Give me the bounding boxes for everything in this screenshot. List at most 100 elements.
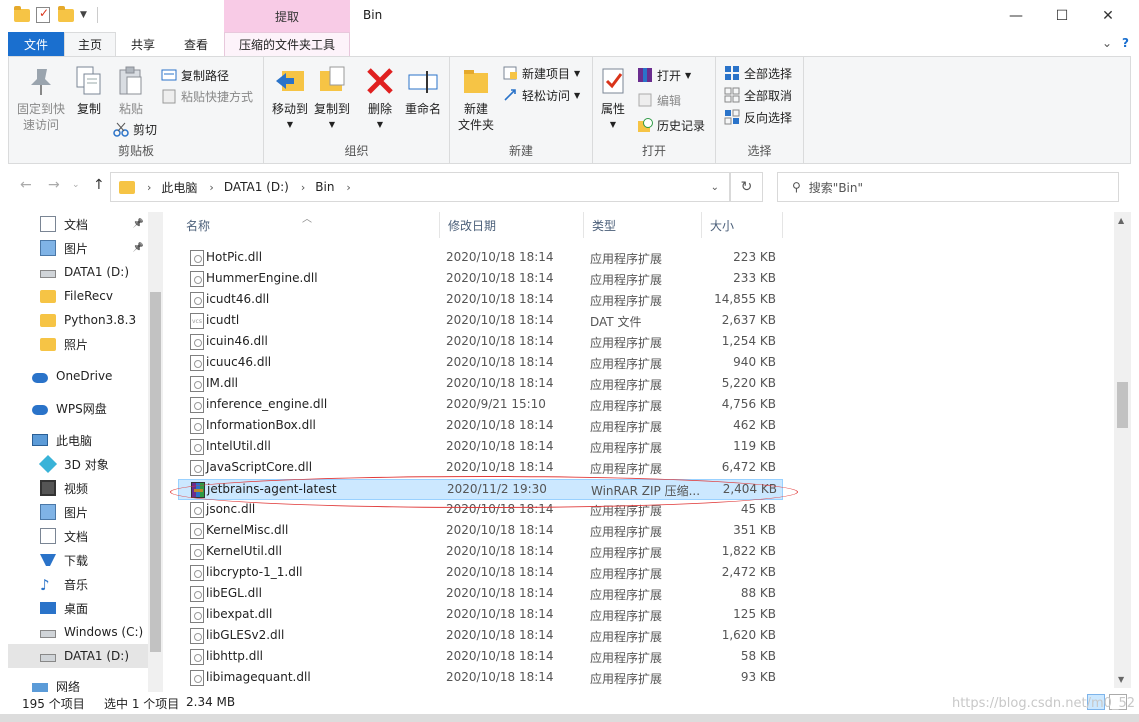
open-button[interactable]: 打开 ▼ (637, 65, 691, 85)
file-row[interactable]: libhttp.dll 2020/10/18 18:14 应用程序扩展 58 KB (178, 647, 783, 668)
nav-item[interactable]: 此电脑 (8, 428, 148, 452)
file-row[interactable]: icuuc46.dll 2020/10/18 18:14 应用程序扩展 940 KB (178, 353, 783, 374)
collapse-ribbon-icon[interactable]: ⌄ (1102, 36, 1112, 50)
file-row[interactable]: jetbrains-agent-latest 2020/11/2 19:30 Win… (178, 479, 783, 500)
nav-item[interactable]: 桌面 (8, 596, 148, 620)
file-row[interactable]: KernelUtil.dll 2020/10/18 18:14 应用程序扩展 1,82… (178, 542, 783, 563)
file-row[interactable]: IntelUtil.dll 2020/10/18 18:14 应用程序扩展 119 K… (178, 437, 783, 458)
maximize-button[interactable]: ☐ (1039, 0, 1085, 32)
file-row[interactable]: icudt46.dll 2020/10/18 18:14 应用程序扩展 14,855 … (178, 290, 783, 311)
column-header-date[interactable]: 修改日期 (440, 212, 584, 238)
history-button[interactable]: 历史记录 (637, 115, 705, 135)
nav-item[interactable]: Windows (C:) (8, 620, 148, 644)
edit-button[interactable]: 编辑 (637, 90, 681, 110)
back-arrow-icon[interactable]: ← (20, 177, 32, 193)
nav-item[interactable]: 下载 (8, 548, 148, 572)
file-list-scrollbar-thumb[interactable] (1117, 382, 1128, 428)
nav-item[interactable]: 照片 (8, 332, 148, 356)
new-folder-icon[interactable] (58, 6, 74, 23)
refresh-button[interactable]: ↻ (730, 172, 763, 202)
file-row[interactable]: libexpat.dll 2020/10/18 18:14 应用程序扩展 125 KB (178, 605, 783, 626)
breadcrumb-separator-icon[interactable]: › (147, 181, 151, 194)
minimize-button[interactable]: — (993, 0, 1039, 32)
search-input[interactable]: ⚲ 搜索"Bin" (777, 172, 1119, 202)
address-dropdown-icon[interactable]: ⌄ (711, 182, 719, 193)
nav-item[interactable]: 文档 📌 (8, 212, 148, 236)
qat-dropdown-icon[interactable]: ▼ (80, 10, 87, 20)
file-row[interactable]: IM.dll 2020/10/18 18:14 应用程序扩展 5,220 KB (178, 374, 783, 395)
nav-item[interactable]: Python3.8.3 (8, 308, 148, 332)
easy-access-button[interactable]: 轻松访问 ▼ (502, 85, 580, 105)
file-row[interactable]: libcrypto-1_1.dll 2020/10/18 18:14 应用程序扩展 2… (178, 563, 783, 584)
file-row[interactable]: inference_engine.dll 2020/9/21 15:10 应用程序扩… (178, 395, 783, 416)
file-row[interactable]: HotPic.dll 2020/10/18 18:14 应用程序扩展 223 KB (178, 248, 783, 269)
tab-home[interactable]: 主页 (64, 32, 116, 56)
tab-file[interactable]: 文件 (8, 32, 64, 56)
tab-view[interactable]: 查看 (170, 32, 222, 56)
forward-arrow-icon[interactable]: → (48, 177, 60, 193)
file-row[interactable]: libimagequant.dll 2020/10/18 18:14 应用程序扩展 9… (178, 668, 783, 688)
scroll-down-icon[interactable]: ▼ (1118, 675, 1124, 684)
paste-shortcut-button[interactable]: 粘贴快捷方式 (161, 86, 253, 106)
nav-item[interactable]: DATA1 (D:) (8, 260, 148, 284)
nav-item[interactable]: 文档 (8, 524, 148, 548)
nav-item[interactable]: 图片 📌 (8, 236, 148, 260)
nav-item[interactable]: ♪ 音乐 (8, 572, 148, 596)
nav-item-label: 桌面 (64, 601, 89, 616)
file-row[interactable]: JavaScriptCore.dll 2020/10/18 18:14 应用程序扩展… (178, 458, 783, 479)
copy-to-button[interactable]: 复制到 ▼ (312, 65, 352, 133)
navigation-pane-scrollbar[interactable] (148, 212, 163, 692)
address-bar[interactable]: › 此电脑 › DATA1 (D:) › Bin › ⌄ (110, 172, 730, 202)
nav-item[interactable]: DATA1 (D:) (8, 644, 148, 668)
breadcrumb-separator-icon[interactable]: › (301, 181, 305, 194)
cut-button[interactable]: 剪切 (113, 119, 157, 139)
nav-item[interactable]: 视频 (8, 476, 148, 500)
tab-compressed-folder-tools[interactable]: 压缩的文件夹工具 (224, 32, 350, 56)
file-row[interactable]: libEGL.dll 2020/10/18 18:14 应用程序扩展 88 KB (178, 584, 783, 605)
move-to-button[interactable]: 移动到 ▼ (270, 65, 310, 133)
navigation-pane-scrollbar-thumb[interactable] (150, 292, 161, 652)
breadcrumb-bin[interactable]: Bin (315, 180, 334, 194)
file-row[interactable]: icuin46.dll 2020/10/18 18:14 应用程序扩展 1,254 K… (178, 332, 783, 353)
file-row[interactable]: icudtl 2020/10/18 18:14 DAT 文件 2,637 KB (178, 311, 783, 332)
invert-selection-button[interactable]: 反向选择 (724, 107, 792, 127)
up-arrow-icon[interactable]: ↑ (93, 177, 105, 193)
new-item-button[interactable]: 新建项目 ▼ (502, 63, 580, 83)
nav-item[interactable]: FileRecv (8, 284, 148, 308)
tab-share[interactable]: 共享 (118, 32, 168, 56)
close-button[interactable]: ✕ (1085, 0, 1131, 32)
select-all-button[interactable]: 全部选择 (724, 63, 792, 83)
nav-item[interactable]: OneDrive (8, 364, 148, 388)
column-header-size[interactable]: 大小 (702, 212, 783, 238)
breadcrumb-separator-icon[interactable]: › (209, 181, 213, 194)
file-row[interactable]: InformationBox.dll 2020/10/18 18:14 应用程序扩展… (178, 416, 783, 437)
file-row[interactable]: libGLESv2.dll 2020/10/18 18:14 应用程序扩展 1,620… (178, 626, 783, 647)
copy-path-button[interactable]: 复制路径 (161, 65, 229, 85)
nav-item[interactable]: 网络 (8, 674, 148, 692)
file-list-scrollbar[interactable]: ▲ ▼ (1114, 212, 1131, 688)
nav-item[interactable]: WPS网盘 (8, 396, 148, 420)
pin-quick-access-button[interactable]: 固定到快 速访问 (15, 65, 67, 133)
nav-item[interactable]: 3D 对象 (8, 452, 148, 476)
help-icon[interactable]: ? (1122, 36, 1129, 50)
delete-button[interactable]: 删除 ▼ (364, 65, 396, 133)
copy-button[interactable]: 复制 (71, 65, 107, 117)
nav-item[interactable]: 图片 (8, 500, 148, 524)
properties-button[interactable]: 属性 ▼ (597, 65, 629, 133)
new-folder-button[interactable]: 新建 文件夹 (456, 65, 496, 133)
breadcrumb-data1[interactable]: DATA1 (D:) (224, 180, 289, 194)
scroll-up-icon[interactable]: ▲ (1118, 216, 1124, 225)
column-header-name[interactable]: 名称 ︿ (178, 212, 440, 238)
select-none-button[interactable]: 全部取消 (724, 85, 792, 105)
rename-button[interactable]: 重命名 (402, 65, 444, 117)
nav-item-label: 文档 (64, 529, 89, 544)
column-header-type[interactable]: 类型 (584, 212, 702, 238)
file-row[interactable]: jsonc.dll 2020/10/18 18:14 应用程序扩展 45 KB (178, 500, 783, 521)
breadcrumb-separator-icon[interactable]: › (346, 181, 350, 194)
file-row[interactable]: KernelMisc.dll 2020/10/18 18:14 应用程序扩展 351 … (178, 521, 783, 542)
file-row[interactable]: HummerEngine.dll 2020/10/18 18:14 应用程序扩展 23… (178, 269, 783, 290)
paste-button[interactable]: 粘贴 (113, 65, 149, 117)
breadcrumb-this-pc[interactable]: 此电脑 (161, 179, 197, 196)
properties-check-icon[interactable] (36, 6, 52, 23)
recent-locations-chevron-icon[interactable]: ⌄ (72, 180, 80, 190)
